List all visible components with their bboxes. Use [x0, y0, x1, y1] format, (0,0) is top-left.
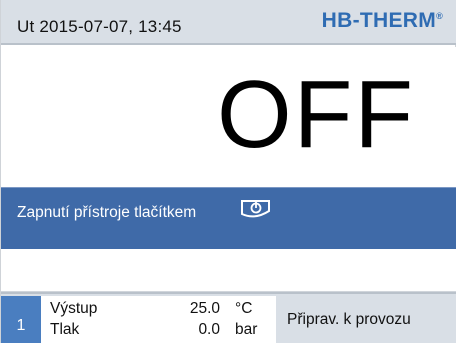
operating-status: Připrav. k provozu	[287, 311, 411, 328]
brand-logo: HB-THERM®	[322, 9, 443, 33]
value-number: 0.0	[198, 321, 220, 338]
controller-screen: Ut 2015-07-07, 13:45 HB-THERM® OFF Zapnu…	[0, 0, 456, 343]
message-bar: Zapnutí přístroje tlačítkem	[1, 187, 456, 249]
value-unit: bar	[235, 321, 258, 338]
info-bar: 1 Výstup 25.0 °C Tlak 0.0 bar Připrav. k…	[1, 292, 456, 343]
brand-name: HB-THERM	[321, 9, 437, 32]
value-number: 25.0	[189, 300, 220, 317]
power-key-icon	[241, 200, 270, 218]
value-label: Výstup	[50, 300, 98, 317]
value-row: Tlak 0.0 bar	[41, 321, 276, 343]
status-bar: Ut 2015-07-07, 13:45 HB-THERM®	[1, 0, 456, 45]
value-unit: °C	[235, 300, 253, 317]
operating-state-display: OFF	[1, 47, 456, 187]
operating-status-panel[interactable]: Připrav. k provozu	[277, 296, 456, 343]
value-label: Tlak	[50, 321, 80, 338]
unit-number: 1	[16, 316, 26, 334]
date-time: Ut 2015-07-07, 13:45	[17, 17, 182, 36]
message-area-empty	[1, 249, 456, 292]
operating-state: OFF	[217, 61, 415, 168]
value-row: Výstup 25.0 °C	[41, 300, 276, 322]
registered-mark: ®	[436, 11, 443, 21]
actual-values-panel[interactable]: Výstup 25.0 °C Tlak 0.0 bar	[41, 296, 276, 343]
message-text: Zapnutí přístroje tlačítkem	[17, 204, 197, 221]
unit-number-badge[interactable]: 1	[1, 296, 41, 343]
